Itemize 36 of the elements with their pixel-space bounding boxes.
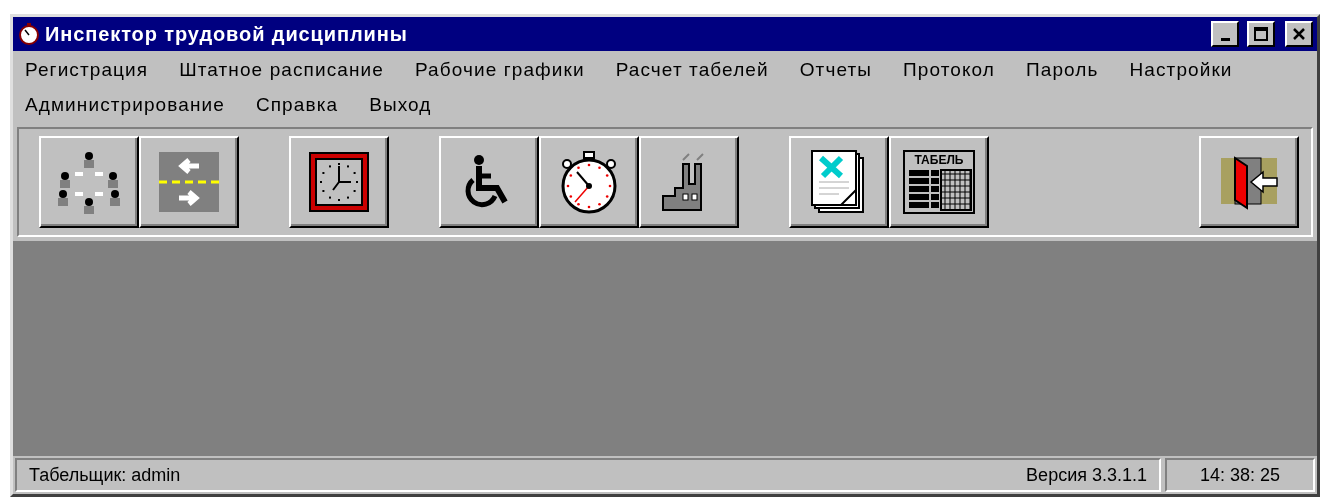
stopwatch-icon <box>19 23 39 45</box>
toolbar-button[interactable] <box>139 136 239 228</box>
menu-item[interactable]: Справка <box>247 88 362 123</box>
toolbar-button[interactable] <box>39 136 139 228</box>
maximize-icon <box>1254 27 1268 41</box>
close-icon <box>1292 27 1306 41</box>
arrows-icon <box>159 152 219 212</box>
clock-icon <box>307 150 371 214</box>
menu-item[interactable]: Расчет табелей <box>607 53 792 88</box>
window-title: Инспектор трудовой дисциплины <box>45 22 409 46</box>
timesheet-icon: ТАБЕЛЬ <box>903 150 975 214</box>
toolbar-button[interactable] <box>1199 136 1299 228</box>
toolbar-button[interactable] <box>289 136 389 228</box>
document-icon <box>811 150 867 214</box>
version-label: Версия 3.3.1.1 <box>1026 464 1147 486</box>
toolbar-button[interactable] <box>639 136 739 228</box>
close-button[interactable] <box>1285 21 1313 47</box>
user-label: Табельщик: admin <box>29 464 181 486</box>
menu-item[interactable]: Отчеты <box>791 53 895 88</box>
menu-item[interactable]: Рабочие графики <box>406 53 608 88</box>
menu-item[interactable]: Регистрация <box>17 53 172 88</box>
clock-time: 14: 38: 25 <box>1165 458 1315 492</box>
minimize-button[interactable] <box>1211 21 1239 47</box>
toolbar-button[interactable] <box>439 136 539 228</box>
menu-item[interactable]: Протокол <box>895 53 1018 88</box>
menu-item[interactable]: Штатное расписание <box>171 53 407 88</box>
minimize-icon <box>1220 37 1230 41</box>
toolbar-button[interactable]: ТАБЕЛЬ <box>889 136 989 228</box>
menu-item[interactable]: Настройки <box>1121 53 1256 88</box>
people-icon <box>57 150 121 214</box>
toolbar-button[interactable] <box>539 136 639 228</box>
menu-item[interactable]: Администрирование <box>17 88 248 123</box>
menu-item[interactable]: Выход <box>361 88 455 123</box>
maximize-button[interactable] <box>1247 21 1275 47</box>
menu-item[interactable]: Пароль <box>1018 53 1122 88</box>
toolbar-button[interactable] <box>789 136 889 228</box>
